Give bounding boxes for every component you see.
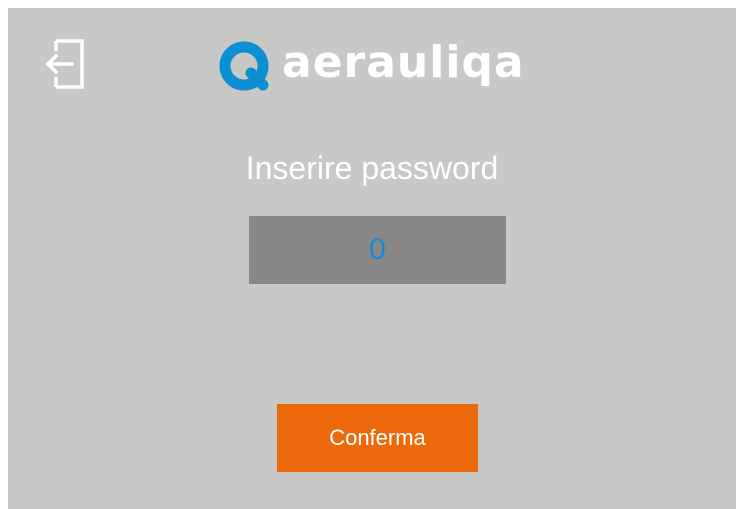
login-screen: aerauliqa Inserire password Conferma xyxy=(8,8,736,509)
password-input[interactable] xyxy=(249,216,506,284)
aerauliqa-logo-icon xyxy=(218,40,270,92)
logo-text: aerauliqa xyxy=(282,37,525,88)
confirm-button[interactable]: Conferma xyxy=(277,404,478,472)
password-prompt: Inserire password xyxy=(245,150,499,186)
exit-door-icon xyxy=(42,35,90,98)
exit-button[interactable] xyxy=(40,36,92,96)
brand-logo: aerauliqa xyxy=(218,38,525,94)
